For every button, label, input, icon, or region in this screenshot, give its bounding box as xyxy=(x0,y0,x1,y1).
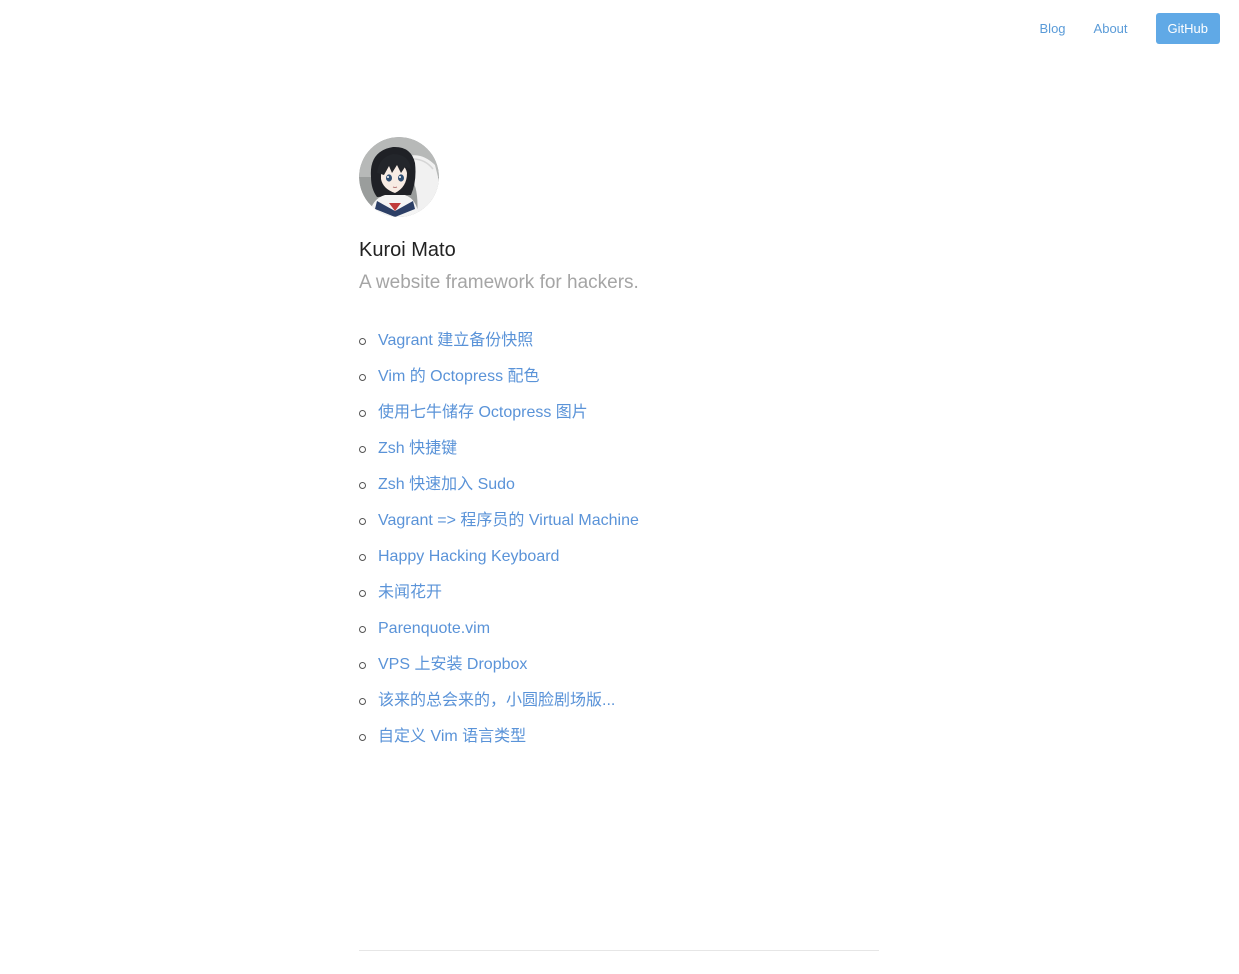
post-list: Vagrant 建立备份快照 Vim 的 Octopress 配色 使用七牛储存… xyxy=(359,323,879,755)
bullet-icon xyxy=(359,662,366,669)
avatar xyxy=(359,137,439,217)
post-link[interactable]: VPS 上安装 Dropbox xyxy=(378,656,527,673)
list-item: Vagrant 建立备份快照 xyxy=(359,323,879,359)
post-link[interactable]: Zsh 快捷键 xyxy=(378,440,457,457)
bullet-icon xyxy=(359,734,366,741)
site-title: Kuroi Mato xyxy=(359,239,456,261)
bullet-icon xyxy=(359,410,366,417)
list-item: Happy Hacking Keyboard xyxy=(359,539,879,575)
nav-link-about[interactable]: About xyxy=(1094,13,1128,44)
post-link[interactable]: 使用七牛储存 Octopress 图片 xyxy=(378,404,588,421)
bullet-icon xyxy=(359,446,366,453)
bullet-icon xyxy=(359,374,366,381)
bullet-icon xyxy=(359,590,366,597)
page: Blog About GitHub Kuroi Mato A website f… xyxy=(0,0,1239,974)
post-link[interactable]: 自定义 Vim 语言类型 xyxy=(378,728,526,745)
list-item: Vagrant => 程序员的 Virtual Machine xyxy=(359,503,879,539)
post-link[interactable]: Zsh 快速加入 Sudo xyxy=(378,476,515,493)
anime-girl-avatar-icon xyxy=(359,137,439,217)
post-link[interactable]: Happy Hacking Keyboard xyxy=(378,548,559,565)
list-item: Zsh 快捷键 xyxy=(359,431,879,467)
post-link[interactable]: 该来的总会来的，小圆脸剧场版... xyxy=(378,692,615,709)
list-item: VPS 上安装 Dropbox xyxy=(359,647,879,683)
bullet-icon xyxy=(359,518,366,525)
bullet-icon xyxy=(359,338,366,345)
list-item: Zsh 快速加入 Sudo xyxy=(359,467,879,503)
bullet-icon xyxy=(359,626,366,633)
main-content: Kuroi Mato A website framework for hacke… xyxy=(359,137,879,755)
list-item: Vim 的 Octopress 配色 xyxy=(359,359,879,395)
site-description: A website framework for hackers. xyxy=(359,272,639,293)
post-link[interactable]: Vagrant => 程序员的 Virtual Machine xyxy=(378,512,639,529)
list-item: 该来的总会来的，小圆脸剧场版... xyxy=(359,683,879,719)
post-link[interactable]: Vagrant 建立备份快照 xyxy=(378,332,533,349)
bullet-icon xyxy=(359,554,366,561)
post-link[interactable]: Parenquote.vim xyxy=(378,620,490,637)
top-navigation: Blog About GitHub xyxy=(1040,13,1220,44)
nav-link-blog[interactable]: Blog xyxy=(1040,13,1066,44)
github-button[interactable]: GitHub xyxy=(1155,13,1220,44)
list-item: 使用七牛储存 Octopress 图片 xyxy=(359,395,879,431)
post-link[interactable]: 未闻花开 xyxy=(378,584,442,601)
list-item: 未闻花开 xyxy=(359,575,879,611)
post-link[interactable]: Vim 的 Octopress 配色 xyxy=(378,368,540,385)
list-item: 自定义 Vim 语言类型 xyxy=(359,719,879,755)
footer-divider xyxy=(359,950,879,951)
list-item: Parenquote.vim xyxy=(359,611,879,647)
bullet-icon xyxy=(359,698,366,705)
bullet-icon xyxy=(359,482,366,489)
